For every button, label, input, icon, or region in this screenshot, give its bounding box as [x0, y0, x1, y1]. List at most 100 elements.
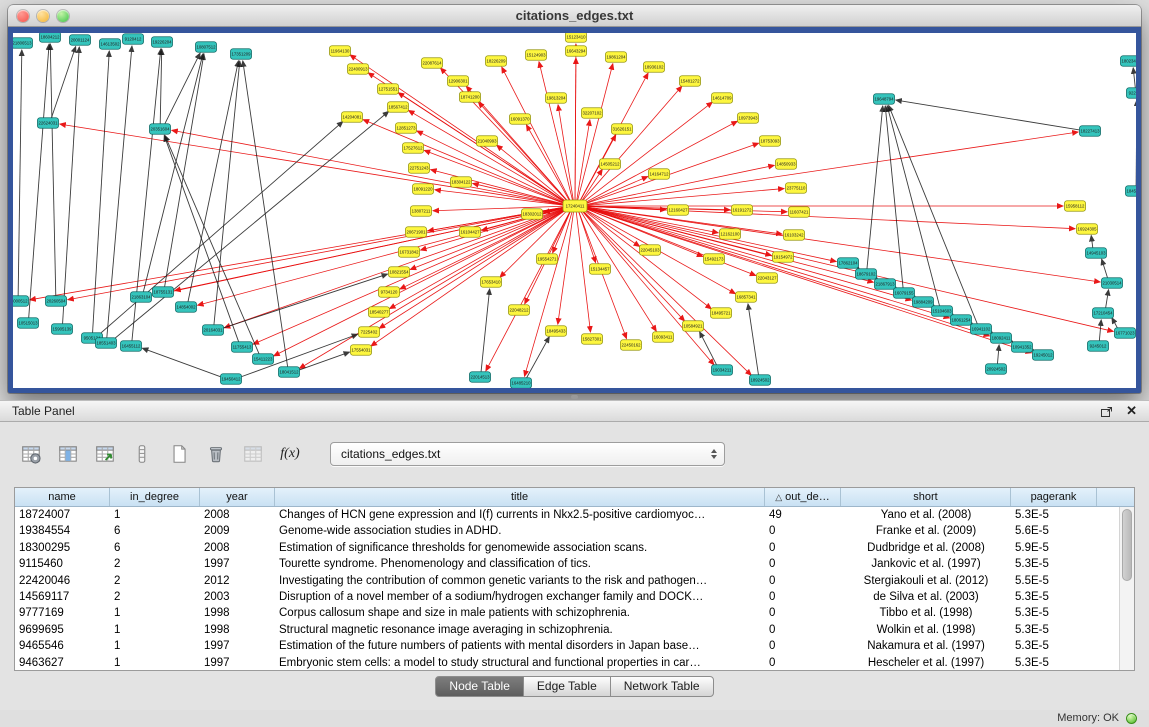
graph-node[interactable]: 20001124	[70, 35, 91, 46]
graph-node[interactable]: 22043127	[757, 273, 778, 284]
graph-node[interactable]: 19884209	[913, 297, 934, 308]
column-header-short[interactable]: short	[841, 488, 1011, 506]
graph-node[interactable]: 15134457	[590, 264, 611, 275]
graph-node[interactable]: 21030514	[1102, 278, 1123, 289]
graph-node[interactable]: 12751551	[378, 84, 399, 95]
graph-node[interactable]: 16731842	[399, 247, 420, 258]
graph-node[interactable]: 10807512	[196, 42, 217, 53]
table-row[interactable]: 946554611997Estimation of the future num…	[15, 638, 1134, 654]
graph-node[interactable]: 18495721	[711, 308, 732, 319]
graph-node[interactable]: 17862104	[838, 258, 859, 269]
graph-node[interactable]: 21040993	[477, 136, 498, 147]
column-header-out-de-[interactable]: △out_de…	[765, 488, 841, 506]
graph-node[interactable]: 22450162	[621, 340, 642, 351]
graph-node[interactable]: 19450412	[221, 374, 242, 385]
column-header-name[interactable]: name	[15, 488, 110, 506]
graph-node[interactable]: 14613502	[100, 39, 121, 50]
graph-node[interactable]: 16771023	[1115, 328, 1136, 339]
graph-node[interactable]: 9227413	[1127, 88, 1137, 99]
graph-node[interactable]: 15104603	[932, 306, 953, 317]
graph-node[interactable]: 20260504	[46, 296, 67, 307]
graph-node[interactable]: 19648794	[874, 94, 895, 105]
graph-node[interactable]: 23775110	[786, 183, 807, 194]
column-header-in-degree[interactable]: in_degree	[110, 488, 200, 506]
graph-node[interactable]: 22045103	[640, 245, 661, 256]
table-row[interactable]: 1456911722003Disruption of a novel membe…	[15, 589, 1134, 605]
graph-node[interactable]: 14854002	[176, 302, 197, 313]
column-header-pagerank[interactable]: pagerank	[1011, 488, 1097, 506]
graph-node[interactable]: 21806513	[13, 38, 33, 49]
column-header-title[interactable]: title	[275, 488, 765, 506]
graph-node[interactable]: 14850933	[776, 159, 797, 170]
graph-node[interactable]: 9734120	[379, 287, 400, 298]
graph-node[interactable]: 16455112	[121, 341, 142, 352]
graph-node[interactable]: 10821554	[389, 267, 410, 278]
graph-node[interactable]: 10515013	[18, 318, 39, 329]
row-height-icon[interactable]	[129, 441, 155, 467]
graph-node[interactable]: 18679102	[856, 269, 877, 280]
column-header-year[interactable]: year	[200, 488, 275, 506]
graph-node[interactable]: 20351604	[150, 124, 171, 135]
graph-node[interactable]: 17653410	[481, 277, 502, 288]
graph-node[interactable]: 18453102	[1126, 186, 1137, 197]
graph-node[interactable]: 10941352	[1012, 342, 1033, 353]
table-options-icon[interactable]	[18, 441, 44, 467]
graph-node[interactable]: 15123410	[566, 33, 587, 42]
table-row[interactable]: 969969511998Structural magnetic resonanc…	[15, 622, 1134, 638]
window-titlebar[interactable]: citations_edges.txt	[8, 5, 1141, 27]
graph-node[interactable]: 14000512	[13, 296, 29, 307]
graph-node[interactable]: 16941102	[971, 324, 992, 335]
graph-node[interactable]: 10584921	[683, 321, 704, 332]
graph-node[interactable]: 21863104	[131, 292, 152, 303]
graph-node[interactable]: 9245012	[1088, 341, 1109, 352]
graph-node[interactable]: 18604212	[40, 33, 61, 42]
graph-node[interactable]: 11755413	[232, 342, 253, 353]
graph-node[interactable]: 18551403	[96, 338, 117, 349]
graph-node[interactable]: 19245012	[1033, 350, 1054, 361]
graph-node[interactable]: 14204081	[342, 112, 363, 123]
graph-node[interactable]: 22048212	[509, 305, 530, 316]
minimize-window-button[interactable]	[37, 10, 49, 22]
table-row[interactable]: 1938455462009Genome-wide association stu…	[15, 523, 1134, 539]
graph-node[interactable]: 9120412	[123, 34, 144, 45]
graph-node[interactable]: 16485210	[511, 378, 532, 388]
graph-node[interactable]: 22751243	[409, 163, 430, 174]
graph-node[interactable]: 18302012	[522, 209, 543, 220]
graph-node[interactable]: 14614709	[712, 93, 733, 104]
graph-node[interactable]: 16104427	[460, 227, 481, 238]
graph-node[interactable]: 20164031	[203, 325, 224, 336]
table-row[interactable]: 1830029562008Estimation of significance …	[15, 540, 1134, 556]
float-panel-icon[interactable]	[1099, 404, 1114, 419]
network-graph-canvas[interactable]: 17240411 11964130 22400913 12751551 14204081…	[13, 33, 1136, 388]
table-row[interactable]: 946362711997Embryonic stem cells: a mode…	[15, 655, 1134, 671]
graph-node[interactable]: 15411223	[253, 354, 274, 365]
function-builder-icon[interactable]: f(x)	[277, 441, 303, 467]
graph-node[interactable]: 18540277	[369, 307, 390, 318]
graph-node[interactable]: 17240411	[563, 200, 587, 212]
vertical-scrollbar[interactable]	[1119, 507, 1134, 670]
graph-node[interactable]: 11964130	[330, 46, 351, 57]
graph-node[interactable]: 15905139	[52, 324, 73, 335]
graph-node[interactable]: 15481272	[680, 76, 701, 87]
import-table-icon[interactable]	[92, 441, 118, 467]
graph-node[interactable]: 19813204	[546, 93, 567, 104]
graph-node[interactable]: 16079155	[894, 288, 915, 299]
graph-node[interactable]: 16857341	[736, 292, 757, 303]
zoom-window-button[interactable]	[57, 10, 69, 22]
scrollbar-thumb[interactable]	[1122, 509, 1132, 581]
graph-node[interactable]: 18092411	[991, 333, 1012, 344]
panel-splitter-handle[interactable]	[571, 395, 578, 399]
show-columns-icon[interactable]	[55, 441, 81, 467]
graph-node[interactable]: 22400913	[348, 64, 369, 75]
close-panel-icon[interactable]: ✕	[1126, 403, 1137, 419]
graph-node[interactable]: 11607421	[789, 207, 810, 218]
graph-node[interactable]: 12906301	[448, 76, 469, 87]
close-window-button[interactable]	[17, 10, 29, 22]
delete-table-icon[interactable]	[203, 441, 229, 467]
graph-node[interactable]: 19226204	[152, 37, 173, 48]
graph-node[interactable]: 16103242	[784, 230, 805, 241]
graph-node[interactable]: 12162100	[720, 229, 741, 240]
graph-node[interactable]: 21867913	[875, 279, 896, 290]
graph-node[interactable]: 16091370	[510, 114, 531, 125]
graph-node[interactable]: 15124903	[526, 50, 547, 61]
